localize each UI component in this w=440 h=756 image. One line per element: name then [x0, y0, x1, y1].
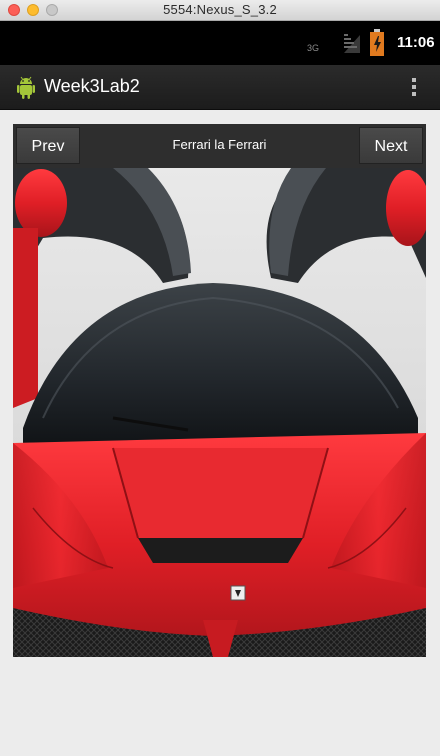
action-bar: Week3Lab2 — [0, 65, 440, 110]
status-clock: 11:06 — [397, 34, 435, 51]
image-caption: Ferrari la Ferrari — [172, 137, 267, 152]
content-area: Prev Ferrari la Ferrari Next — [0, 110, 440, 756]
network-type-label: 3G — [307, 43, 320, 53]
android-robot-icon[interactable] — [12, 73, 40, 101]
battery-icon — [370, 29, 384, 56]
next-button[interactable]: Next — [359, 127, 423, 164]
viewer-nav-bar: Prev Ferrari la Ferrari Next — [13, 124, 426, 168]
prev-button[interactable]: Prev — [16, 127, 80, 164]
window-title: 5554:Nexus_S_3.2 — [163, 2, 277, 17]
window-titlebar: 5554:Nexus_S_3.2 — [0, 0, 440, 21]
image-viewer: Prev Ferrari la Ferrari Next — [13, 124, 426, 657]
app-title: Week3Lab2 — [44, 76, 140, 96]
signal-strength-icon — [344, 34, 360, 53]
car-photo — [13, 168, 426, 657]
status-bar: 3G 11:06 — [0, 21, 440, 65]
overflow-menu-icon[interactable] — [404, 75, 424, 99]
